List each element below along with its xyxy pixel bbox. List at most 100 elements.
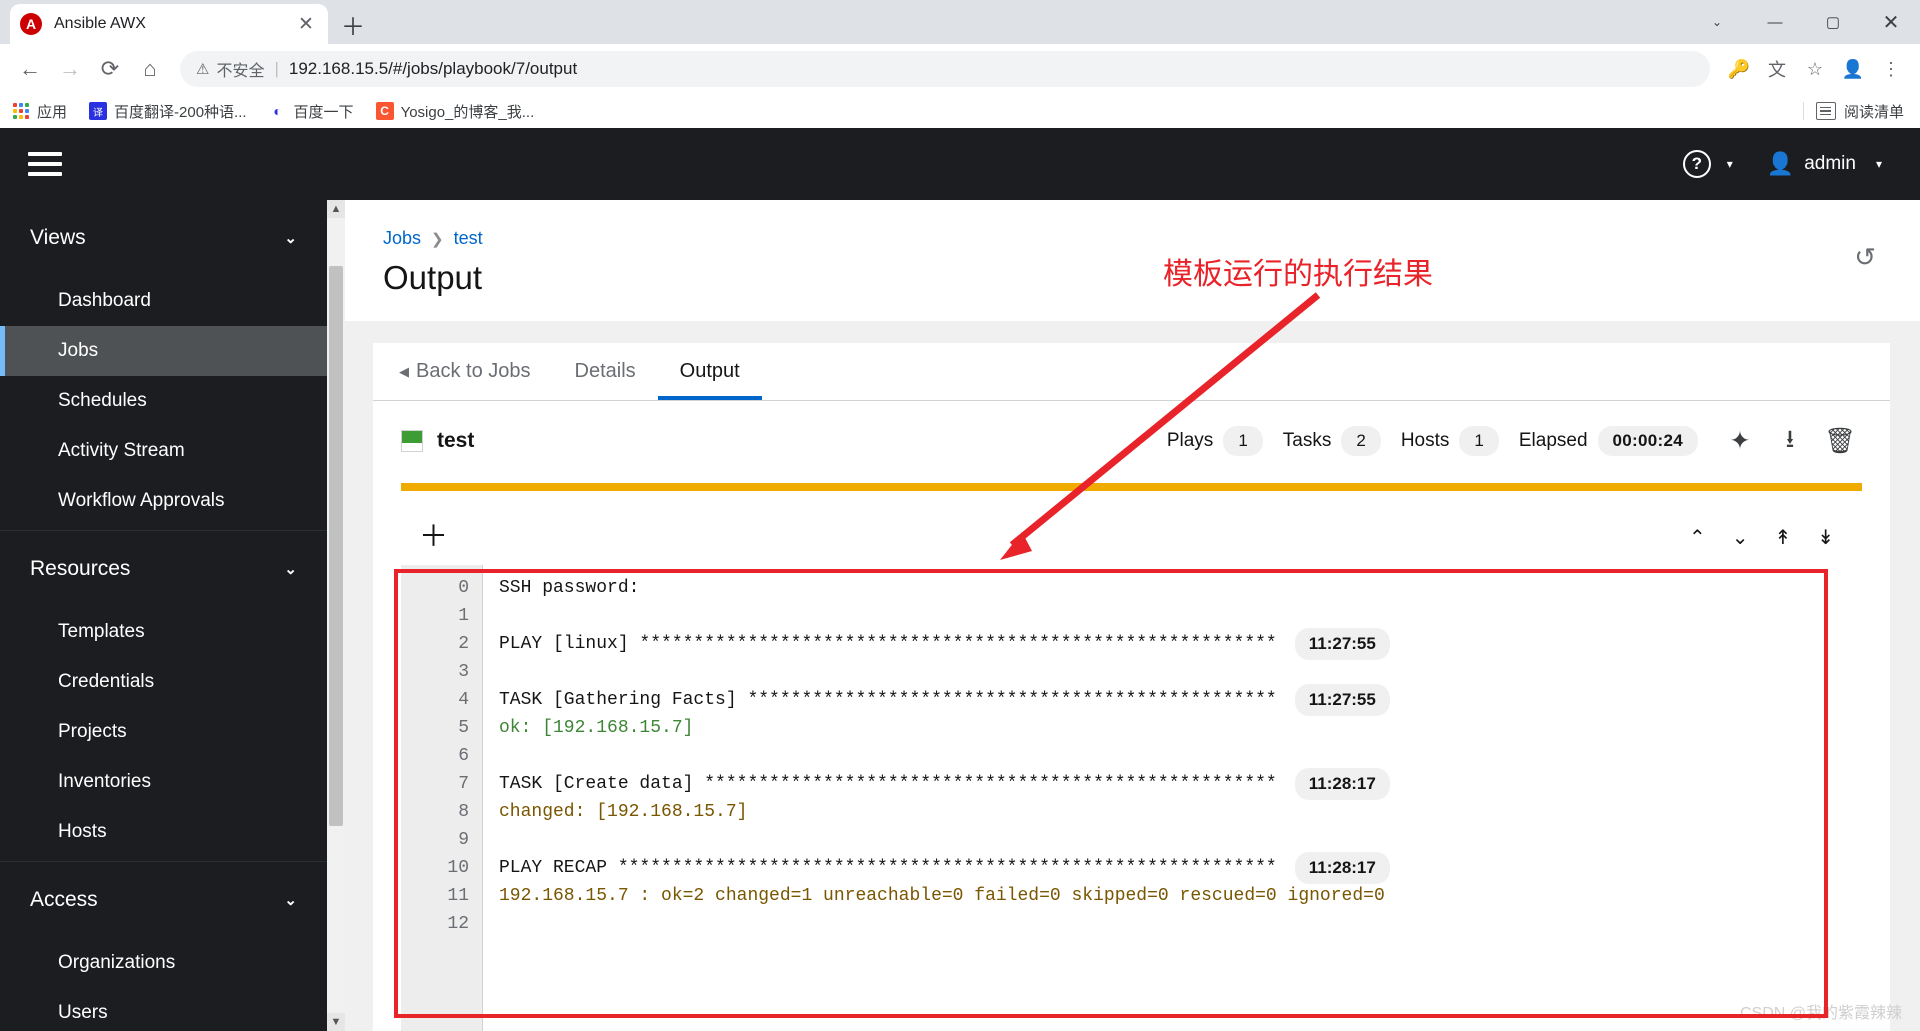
chevron-down-icon[interactable]: ⌄ bbox=[284, 229, 297, 247]
bookmark-csdn-blog[interactable]: C Yosigo_的博客_我... bbox=[375, 101, 535, 122]
console-timestamp: 11:27:55 bbox=[1294, 684, 1390, 716]
maximize-window-button[interactable]: ▢ bbox=[1804, 0, 1862, 44]
sidebar-item-label: Templates bbox=[58, 621, 145, 642]
stat-value: 1 bbox=[1223, 426, 1263, 456]
sidebar-item-credentials[interactable]: Credentials bbox=[0, 657, 327, 707]
reading-list-button[interactable]: 阅读清单 bbox=[1815, 101, 1904, 122]
minimize-window-button[interactable]: — bbox=[1746, 0, 1804, 44]
bookmark-star-icon[interactable]: ☆ bbox=[1796, 50, 1834, 88]
help-chevron-down-icon[interactable]: ▾ bbox=[1717, 157, 1743, 171]
sidebar-item-label: Schedules bbox=[58, 390, 147, 411]
download-icon[interactable]: ⭳ bbox=[1768, 421, 1812, 461]
reading-list-icon bbox=[1815, 102, 1836, 120]
line-number: 7 bbox=[458, 774, 469, 794]
stat-hosts: Hosts 1 bbox=[1401, 426, 1499, 456]
breadcrumb-separator: ❯ bbox=[431, 230, 444, 248]
sidebar-item-projects[interactable]: Projects bbox=[0, 707, 327, 757]
sidebar-item-users[interactable]: Users bbox=[0, 988, 327, 1031]
console-line-text: TASK [Gathering Facts] *****************… bbox=[499, 690, 1277, 710]
browser-menu-icon[interactable]: ⋮ bbox=[1872, 50, 1910, 88]
sidebar-item-label: Credentials bbox=[58, 671, 155, 692]
tab-strip: A Ansible AWX ✕ ＋ ⌄ — ▢ ✕ bbox=[0, 0, 1920, 44]
scroll-down-arrow-icon[interactable]: ▼ bbox=[327, 1013, 345, 1031]
sidebar-item-organizations[interactable]: Organizations bbox=[0, 938, 327, 988]
scroll-first-icon[interactable]: ↟ bbox=[1774, 525, 1791, 550]
scroll-next-icon[interactable]: ⌄ bbox=[1732, 525, 1749, 550]
close-window-button[interactable]: ✕ bbox=[1862, 0, 1920, 44]
sidebar-item-inventories[interactable]: Inventories bbox=[0, 757, 327, 807]
sidebar-item-templates[interactable]: Templates bbox=[0, 607, 327, 657]
not-secure-indicator[interactable]: ⚠ 不安全 bbox=[196, 57, 264, 81]
line-number: 10 bbox=[447, 858, 469, 878]
new-tab-button[interactable]: ＋ bbox=[336, 7, 370, 41]
breadcrumb: Jobs ❯ test bbox=[383, 228, 1882, 249]
sidebar-group-access: Access ⌄ Organizations Users bbox=[0, 862, 327, 1031]
scrollbar-track[interactable] bbox=[327, 218, 345, 1013]
chevron-down-icon[interactable]: ⌄ bbox=[284, 891, 297, 909]
close-tab-icon[interactable]: ✕ bbox=[294, 13, 318, 36]
baidu-paw-icon: ◐ bbox=[273, 103, 282, 119]
browser-tab[interactable]: A Ansible AWX ✕ bbox=[10, 4, 328, 44]
sidebar-item-workflow-approvals[interactable]: Workflow Approvals bbox=[0, 476, 327, 530]
password-key-icon[interactable]: 🔑 bbox=[1720, 50, 1758, 88]
menu-icon[interactable] bbox=[28, 152, 62, 176]
sidebar-group-header-resources[interactable]: Resources ⌄ bbox=[0, 531, 327, 607]
reload-icon[interactable]: ⟳ bbox=[90, 49, 130, 89]
awx-body: Views ⌄ Dashboard Jobs Schedules Activit… bbox=[0, 200, 1920, 1031]
console-line-text: PLAY [linux] ***************************… bbox=[499, 634, 1277, 654]
tab-back-to-jobs[interactable]: ◀ Back to Jobs bbox=[377, 343, 553, 400]
tab-search-chevron-down-icon[interactable]: ⌄ bbox=[1688, 0, 1746, 44]
address-bar[interactable]: ⚠ 不安全 | 192.168.15.5/#/jobs/playbook/7/o… bbox=[180, 51, 1710, 87]
back-icon[interactable]: ← bbox=[10, 49, 50, 89]
scroll-up-arrow-icon[interactable]: ▲ bbox=[327, 200, 345, 218]
job-tabs: ◀ Back to Jobs Details Output bbox=[373, 343, 1890, 401]
bookmark-label: Yosigo_的博客_我... bbox=[400, 103, 535, 121]
back-arrow-icon: ◀ bbox=[399, 363, 409, 379]
line-number: 6 bbox=[458, 746, 469, 766]
person-icon: 👤 bbox=[1766, 151, 1795, 176]
home-icon[interactable]: ⌂ bbox=[130, 49, 170, 89]
sidebar-group-header-access[interactable]: Access ⌄ bbox=[0, 862, 327, 938]
chevron-down-icon[interactable]: ⌄ bbox=[284, 560, 297, 578]
scroll-last-icon[interactable]: ↡ bbox=[1817, 525, 1834, 550]
console-lines: SSH password: PLAY [linux] *************… bbox=[483, 565, 1862, 1031]
tab-details[interactable]: Details bbox=[553, 343, 658, 400]
breadcrumb-item-test[interactable]: test bbox=[454, 228, 483, 249]
breadcrumb-item-jobs[interactable]: Jobs bbox=[383, 228, 421, 249]
line-number: 5 bbox=[458, 718, 469, 738]
sidebar-item-jobs[interactable]: Jobs bbox=[0, 326, 327, 376]
translate-icon[interactable]: 文 bbox=[1758, 50, 1796, 88]
profile-icon[interactable]: 👤 bbox=[1834, 50, 1872, 88]
expand-all-icon[interactable]: ＋ bbox=[419, 522, 448, 552]
scroll-previous-icon[interactable]: ⌃ bbox=[1689, 525, 1706, 550]
user-name-label: admin bbox=[1804, 153, 1856, 174]
sidebar-item-schedules[interactable]: Schedules bbox=[0, 376, 327, 426]
user-chevron-down-icon[interactable]: ▾ bbox=[1866, 157, 1892, 171]
sidebar-item-hosts[interactable]: Hosts bbox=[0, 807, 327, 861]
bookmark-baidu-search[interactable]: ◐ 百度一下 bbox=[269, 101, 353, 122]
console-timestamp: 11:27:55 bbox=[1294, 628, 1390, 660]
relaunch-icon[interactable]: ✦ bbox=[1718, 421, 1762, 461]
sidebar-item-dashboard[interactable]: Dashboard bbox=[0, 276, 327, 326]
console-line-text: 192.168.15.7 : ok=2 changed=1 unreachabl… bbox=[499, 886, 1385, 906]
bookmark-apps[interactable]: 应用 bbox=[12, 101, 67, 122]
stat-elapsed: Elapsed 00:00:24 bbox=[1519, 426, 1698, 456]
sidebar-group-header-views[interactable]: Views ⌄ bbox=[0, 200, 327, 276]
history-icon[interactable]: ↺ bbox=[1854, 242, 1876, 273]
sidebar-item-label: Jobs bbox=[58, 340, 99, 361]
tab-output[interactable]: Output bbox=[657, 343, 762, 400]
forward-icon[interactable]: → bbox=[50, 49, 90, 89]
sidebar-scrollbar[interactable]: ▲ ▼ bbox=[327, 200, 345, 1031]
console-output[interactable]: 0 1 2 3 4 5 6 7 8 9 10 11 12 SSH passwor… bbox=[401, 565, 1862, 1031]
divider bbox=[1802, 102, 1804, 120]
awx-top-bar-right: ? ▾ 👤 admin ▾ bbox=[1682, 150, 1892, 178]
help-icon[interactable]: ? bbox=[1682, 150, 1711, 178]
bookmark-baidu-translate[interactable]: 译 百度翻译-200种语... bbox=[89, 101, 247, 122]
scrollbar-thumb[interactable] bbox=[329, 266, 343, 826]
delete-icon[interactable]: 🗑 bbox=[1818, 421, 1862, 461]
sidebar-item-label: Inventories bbox=[58, 771, 151, 792]
sidebar-item-activity-stream[interactable]: Activity Stream bbox=[0, 426, 327, 476]
tab-label: Output bbox=[679, 360, 740, 382]
